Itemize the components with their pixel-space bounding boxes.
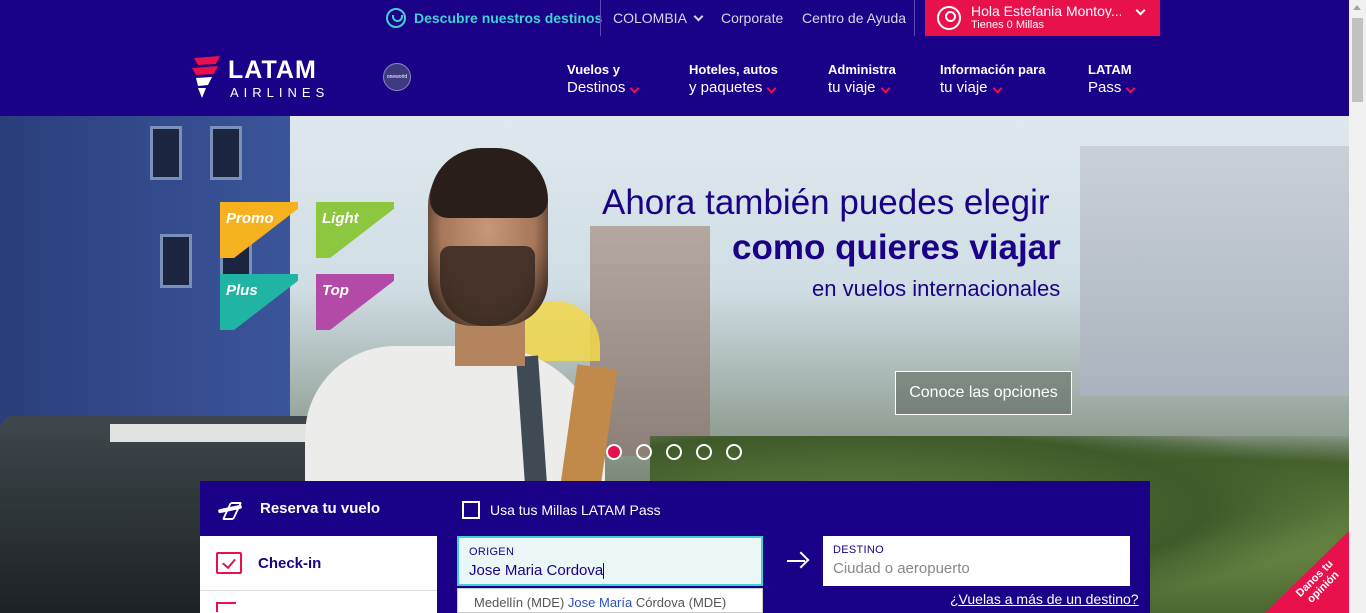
hero-headline: Ahora también puedes elegir — [602, 183, 1050, 222]
tab-book-flight[interactable]: Reserva tu vuelo — [200, 481, 437, 536]
nav-trip-info[interactable]: Información para tu viaje — [940, 61, 1045, 97]
origin-input-value: Jose Maria Cordova — [469, 562, 604, 579]
chevron-down-icon — [693, 11, 704, 21]
fare-tag-top: Top — [316, 274, 394, 330]
tab-checkin[interactable]: Check-in — [200, 536, 437, 591]
nav-flights-destinations[interactable]: Vuelos y Destinos — [567, 61, 640, 97]
user-greeting: Hola Estefania Montoy... — [971, 4, 1121, 18]
hero-photo-person — [430, 148, 548, 218]
user-account-menu[interactable]: Hola Estefania Montoy... Tienes 0 Millas — [925, 0, 1160, 36]
carousel-dot[interactable] — [666, 444, 682, 460]
chevron-down-icon — [1125, 83, 1136, 94]
fare-tag-light: Light — [316, 202, 394, 258]
multi-destination-link[interactable]: ¿Vuelas a más de un destino? — [950, 591, 1139, 607]
tab-label: Reserva tu vuelo — [260, 500, 381, 517]
suggestion-prefix: Medellín (MDE) — [474, 595, 565, 610]
carousel-dot[interactable] — [636, 444, 652, 460]
nav-line1: Vuelos y — [567, 62, 620, 77]
carousel-dot[interactable] — [696, 444, 712, 460]
hero-headline-bold: como quieres viajar — [732, 228, 1061, 267]
destination-label: DESTINO — [833, 544, 884, 556]
chevron-down-icon — [880, 83, 890, 94]
corporate-link[interactable]: Corporate — [721, 0, 783, 36]
scrollbar-thumb[interactable] — [1352, 18, 1363, 102]
suggestion-match: Jose María — [567, 595, 633, 610]
country-selector[interactable]: COLOMBIA — [613, 0, 704, 36]
logo-subtitle: AIRLINES — [230, 85, 330, 100]
chevron-down-icon — [766, 83, 777, 94]
logo-wordmark: LATAM — [228, 56, 317, 84]
utility-bar: Descubre nuestros destinos COLOMBIA Corp… — [0, 0, 1349, 36]
oneworld-badge: oneworld — [383, 63, 411, 91]
hero-subheadline: en vuelos internacionales — [812, 276, 1061, 301]
user-icon — [937, 6, 961, 30]
country-label: COLOMBIA — [613, 10, 687, 26]
learn-options-button[interactable]: Conoce las opciones — [895, 371, 1072, 415]
nav-line2: Destinos — [567, 79, 626, 96]
checkbox-box[interactable] — [462, 501, 480, 519]
hero-photo-building — [1080, 146, 1349, 396]
destination-field[interactable]: DESTINO Ciudad o aeropuerto — [823, 536, 1130, 586]
nav-line1: Información para — [940, 62, 1046, 77]
nav-latam-pass[interactable]: LATAM Pass — [1088, 61, 1136, 97]
text-caret — [603, 563, 605, 580]
chevron-down-icon — [992, 83, 1002, 94]
checkin-icon — [216, 552, 242, 574]
latam-logo-mark-icon — [192, 56, 220, 98]
nav-line2: Pass — [1088, 79, 1122, 96]
origin-suggestion-item[interactable]: Medellín (MDE) Jose María Córdova (MDE) — [457, 588, 763, 613]
tab-icon — [216, 602, 236, 612]
feedback-tab[interactable]: Danos tu opinión — [1265, 531, 1349, 613]
suggestion-rest: Córdova (MDE) — [635, 595, 727, 610]
nav-line2: tu viaje — [940, 79, 988, 96]
globe-icon — [386, 8, 406, 28]
scroll-up-arrow-icon[interactable] — [1353, 5, 1361, 10]
latam-logo[interactable]: LATAM AIRLINES — [190, 52, 350, 102]
page-scrollbar[interactable] — [1349, 0, 1366, 613]
divider — [914, 0, 915, 36]
tab-label: Check-in — [258, 554, 322, 572]
plane-icon — [216, 500, 244, 518]
user-miles: Tienes 0 Millas — [971, 19, 1044, 31]
origin-label: ORIGEN — [469, 546, 515, 558]
tab-next[interactable] — [200, 591, 437, 613]
nav-line1: Hoteles, autos — [689, 62, 778, 77]
discover-label: Descubre nuestros destinos — [414, 10, 603, 26]
nav-manage-trip[interactable]: Administra tu viaje — [828, 61, 896, 97]
discover-destinations-link[interactable]: Descubre nuestros destinos — [386, 0, 602, 36]
carousel-dots — [606, 444, 742, 460]
nav-line2: y paquetes — [689, 79, 763, 96]
booking-widget: Reserva tu vuelo Check-in Usa tus Millas… — [200, 481, 1150, 613]
arrow-right-icon — [787, 551, 809, 571]
nav-line1: LATAM — [1088, 62, 1132, 77]
destination-placeholder: Ciudad o aeropuerto — [833, 560, 970, 577]
origin-field[interactable]: ORIGEN Jose Maria Cordova — [457, 536, 763, 586]
chevron-down-icon — [1135, 5, 1146, 16]
main-navigation: LATAM AIRLINES oneworld Vuelos y Destino… — [0, 36, 1349, 116]
divider — [600, 0, 601, 36]
use-miles-label: Usa tus Millas LATAM Pass — [490, 502, 661, 518]
nav-line1: Administra — [828, 62, 896, 77]
nav-hotels-cars-packages[interactable]: Hoteles, autos y paquetes — [689, 61, 778, 97]
chevron-down-icon — [629, 83, 640, 94]
use-miles-checkbox[interactable]: Usa tus Millas LATAM Pass — [462, 501, 661, 519]
carousel-dot[interactable] — [726, 444, 742, 460]
nav-line2: tu viaje — [828, 79, 876, 96]
carousel-dot[interactable] — [606, 444, 622, 460]
help-center-link[interactable]: Centro de Ayuda — [802, 0, 906, 36]
